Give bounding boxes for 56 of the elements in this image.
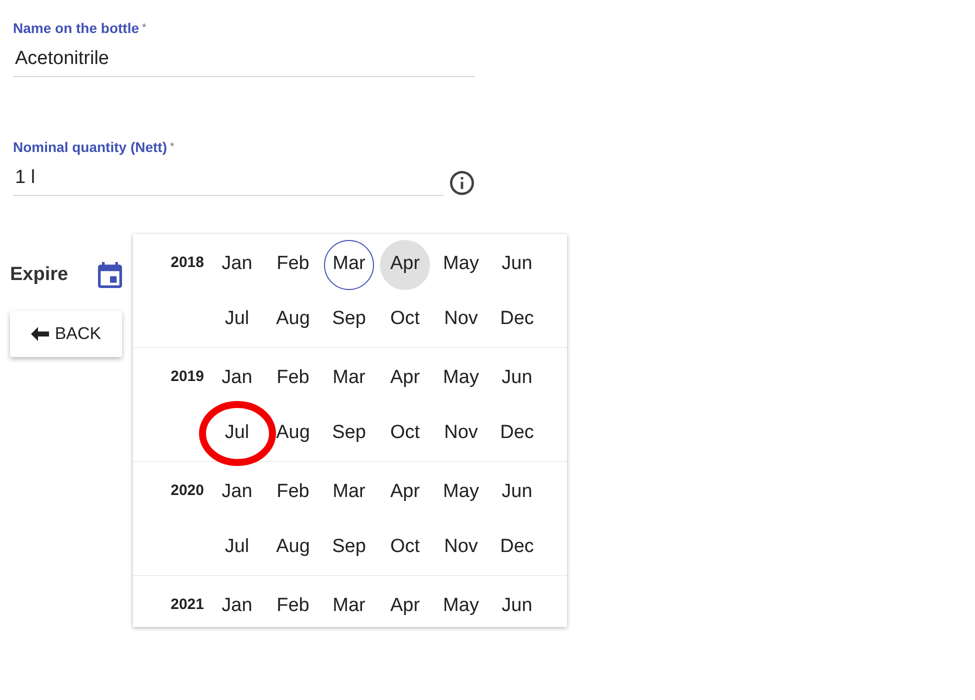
month-option[interactable]: Mar	[324, 240, 374, 290]
month-option[interactable]: Aug	[268, 294, 318, 344]
month-option[interactable]: Jul	[212, 294, 262, 344]
month-option[interactable]: Jun	[492, 582, 542, 627]
month-option[interactable]: Sep	[324, 408, 374, 458]
month-option[interactable]: Oct	[380, 408, 430, 458]
month-option[interactable]: Oct	[380, 522, 430, 572]
month-option[interactable]: Jan	[212, 468, 262, 518]
calendar-icon[interactable]	[98, 262, 122, 288]
month-option[interactable]: Dec	[492, 522, 542, 572]
month-option[interactable]: Jan	[212, 354, 262, 404]
month-option[interactable]: Apr	[380, 582, 430, 627]
month-option[interactable]: Nov	[436, 408, 486, 458]
month-option[interactable]: May	[436, 468, 486, 518]
month-option[interactable]: May	[436, 582, 486, 627]
month-option[interactable]: Oct	[380, 294, 430, 344]
field-label: Nominal quantity (Nett)	[13, 139, 167, 155]
month-option[interactable]: Apr	[380, 468, 430, 518]
month-option[interactable]: Apr	[380, 354, 430, 404]
month-option[interactable]: May	[436, 354, 486, 404]
back-button[interactable]: BACK	[10, 311, 122, 357]
month-option[interactable]: Jun	[492, 468, 542, 518]
year-label: 2018	[170, 253, 205, 274]
month-option[interactable]: Jan	[212, 240, 262, 290]
month-option[interactable]: Jun	[492, 354, 542, 404]
month-option[interactable]: Dec	[492, 294, 542, 344]
text-input-field[interactable]: 1 l	[13, 160, 444, 196]
month-option[interactable]: Jan	[212, 582, 262, 627]
month-option[interactable]: Mar	[324, 354, 374, 404]
month-option[interactable]: Jun	[492, 240, 542, 290]
month-option[interactable]: Dec	[492, 408, 542, 458]
info-icon[interactable]	[450, 171, 474, 195]
text-input-field[interactable]: Acetonitrile	[13, 41, 475, 77]
year-label: 2021	[170, 595, 205, 616]
month-option[interactable]: Aug	[268, 522, 318, 572]
month-option[interactable]: Feb	[268, 240, 318, 290]
month-option[interactable]: Apr	[380, 240, 430, 290]
month-option[interactable]: Nov	[436, 294, 486, 344]
month-option[interactable]: Mar	[324, 582, 374, 627]
month-option[interactable]: Aug	[268, 408, 318, 458]
year-label: 2020	[170, 481, 205, 502]
month-option[interactable]: Nov	[436, 522, 486, 572]
required-asterisk: *	[142, 22, 146, 34]
month-option[interactable]: Sep	[324, 294, 374, 344]
month-option[interactable]: Feb	[268, 582, 318, 627]
month-option[interactable]: Mar	[324, 468, 374, 518]
year-label: 2019	[170, 367, 205, 388]
required-asterisk: *	[170, 141, 174, 153]
month-option[interactable]: Feb	[268, 468, 318, 518]
month-option[interactable]: Jul	[212, 522, 262, 572]
month-option[interactable]: May	[436, 240, 486, 290]
month-option[interactable]: Feb	[268, 354, 318, 404]
arrow-left-icon	[30, 327, 49, 341]
expire-label: Expire	[10, 262, 68, 287]
month-option[interactable]: Sep	[324, 522, 374, 572]
field-label: Name on the bottle	[13, 20, 140, 36]
